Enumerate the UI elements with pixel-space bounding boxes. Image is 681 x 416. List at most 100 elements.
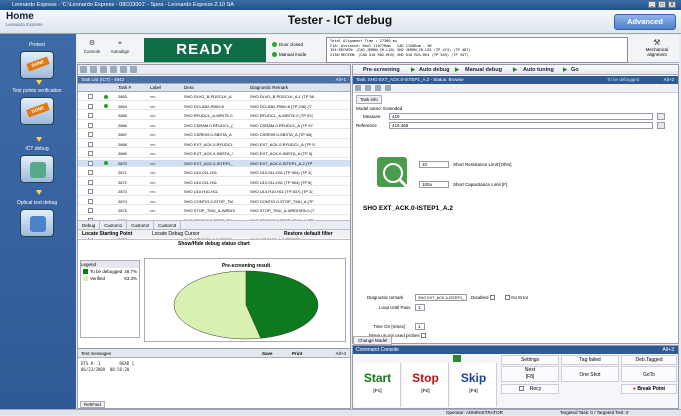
tag-failed-button[interactable]: Tag failed xyxy=(561,355,619,365)
maximize-button[interactable]: □ xyxy=(658,1,666,8)
table-row[interactable]: 2872 rec SHO U10.011-H11 SHO U10.011-H11 (T… xyxy=(78,179,350,187)
table-row[interactable]: 2871 rec SHO U10.011-H11 SHO U10.011-H11 (T… xyxy=(78,169,350,177)
minimize-button[interactable]: _ xyxy=(648,1,656,8)
reference-edit-icon[interactable] xyxy=(657,122,665,129)
command-console: Command Console Alt+3 Start [F1] Stop [F2] … xyxy=(352,345,679,409)
expand-icon[interactable] xyxy=(88,198,93,204)
copy-icon[interactable] xyxy=(120,66,127,73)
expand-icon[interactable] xyxy=(88,179,93,185)
locate-start-button[interactable]: Locate Starting Point xyxy=(82,230,132,239)
status-dot-icon xyxy=(104,142,108,146)
status-dot-icon xyxy=(104,199,108,203)
advanced-button[interactable]: Advanced xyxy=(614,14,676,30)
recy-checkbox[interactable]: Recy xyxy=(501,384,559,394)
sidebar-item-test-points[interactable]: Test points verification DONE xyxy=(8,88,66,125)
ret-fwd-tab[interactable]: Ret/Fwd xyxy=(80,401,105,408)
expand-icon[interactable] xyxy=(88,94,93,99)
next-button[interactable]: Next [F8] xyxy=(501,366,559,382)
settings-button[interactable]: Settings xyxy=(501,355,559,365)
skip-button[interactable]: Skip [F4] xyxy=(451,363,497,407)
test-messages-header: Test messages Save Print Alt+4 xyxy=(78,349,350,358)
table-row[interactable]: 2864 rec SHO DCLAB2-PB00.6 SHO DCLAB2-PB00.… xyxy=(78,103,350,111)
done-badge: DONE xyxy=(26,56,50,72)
change-model-button[interactable]: Change Model xyxy=(353,336,393,345)
tab-auto-tuning[interactable]: Auto tuning xyxy=(523,65,554,75)
mechanical-alignment-button[interactable]: ⚒ Mechanical alignment xyxy=(636,38,678,62)
edit-icon[interactable] xyxy=(90,66,97,73)
tool-icon[interactable] xyxy=(130,66,137,73)
tab-auto-debug[interactable]: Auto debug xyxy=(419,65,450,75)
save-button[interactable]: Save xyxy=(262,349,273,358)
operator-text: Operator: ADMINISTRATOR xyxy=(446,410,503,415)
table-row[interactable]: 2867 rec SHO CSRE09.0-SBSTA_A SHO CSRE09.0-… xyxy=(78,131,350,139)
prev-icon[interactable] xyxy=(375,85,381,91)
measure-edit-icon[interactable] xyxy=(657,113,665,120)
one-shot-button[interactable]: One Shot xyxy=(561,366,619,382)
run-icon[interactable] xyxy=(453,355,461,362)
diagnostic-remark-field[interactable]: SHO EXT_ACK.0-ISTEP1_ xyxy=(415,294,467,301)
expand-icon[interactable] xyxy=(88,160,93,166)
save-icon[interactable] xyxy=(355,85,361,91)
sidebar-item-ict-debug[interactable]: ICT debug xyxy=(8,146,66,183)
locate-cursor-button[interactable]: Locate Debug Cursor xyxy=(152,230,200,239)
reference-field[interactable]: 419.465 xyxy=(389,122,653,129)
chart-title: Pre-screening result xyxy=(222,263,271,269)
wrench-icon: ⚒ xyxy=(653,38,661,47)
no-error-checkbox[interactable]: No Error xyxy=(505,294,528,301)
break-point-button[interactable]: ● Break Point xyxy=(621,384,677,394)
board-icon xyxy=(30,162,46,178)
goto-button[interactable]: GoTo xyxy=(621,366,677,382)
expand-icon[interactable] xyxy=(88,132,93,137)
sidebar-item-pretest[interactable]: Pretest DONE xyxy=(8,42,66,79)
tab-manual-debug[interactable]: Manual debug xyxy=(465,65,502,75)
table-row[interactable]: 2863 rec SHO DLVG_B-PDSCLK_A. SHO DLVG_B-PD… xyxy=(78,93,350,101)
table-row[interactable]: 2875 rec SHO STOP_TMU_A-WRDIS SHO STOP_TMU_… xyxy=(78,207,350,215)
green-led-icon xyxy=(272,42,277,48)
expand-icon[interactable] xyxy=(88,189,93,194)
task-panel-toolbar xyxy=(353,84,678,93)
stop-button[interactable]: Stop [F2] xyxy=(403,363,449,407)
home-logo[interactable]: Home Leonardo Express xyxy=(6,12,44,31)
chart-toggle[interactable]: Show/Hide debug status chart xyxy=(78,239,350,248)
table-row[interactable]: 2865 rec SHO RFUDCL_A-WRITE.0 SHO RFUDCL_A-… xyxy=(78,112,350,120)
resistance-limit-field[interactable]: 10 xyxy=(419,161,449,168)
table-row[interactable]: 2868 rec SHO EXT_ACK.0-RFUDCL SHO EXT_ACK.0… xyxy=(78,141,350,149)
start-button[interactable]: Start [F1] xyxy=(355,363,401,407)
tab-go[interactable]: Go xyxy=(571,65,579,75)
deb-tagged-button[interactable]: Deb.Tagged xyxy=(621,355,677,365)
table-row[interactable]: 2866 rec SHO CSRAM.0-RFUDCL_(SHO CSRAM.0-R… xyxy=(78,122,350,130)
tab-task-info[interactable]: Task info xyxy=(356,95,382,104)
restore-filter-button[interactable]: Restore default filter xyxy=(284,230,333,239)
expand-icon[interactable] xyxy=(88,122,93,128)
expand-icon[interactable] xyxy=(88,151,93,156)
table-row[interactable]: 2869 rec SHO EXT_ACK.0-SBSTA_/SHO EXT_ACK.… xyxy=(78,150,350,158)
table-row[interactable]: 2873 rec SHO U10.H10-H11 SHO U10.H10-H11 (T… xyxy=(78,188,350,196)
expand-icon[interactable] xyxy=(88,103,93,109)
refresh-icon[interactable] xyxy=(365,85,371,91)
print-button[interactable]: Print xyxy=(292,349,302,358)
filter-icon[interactable] xyxy=(80,66,87,73)
green-led-icon xyxy=(272,52,277,58)
measure-field[interactable]: 419 xyxy=(389,113,653,120)
sidebar-item-optical-test[interactable]: Optical test debug xyxy=(8,200,66,237)
autoalign-button[interactable]: ⌖ Autoalign xyxy=(109,39,131,59)
select-icon[interactable] xyxy=(100,66,107,73)
test-messages-text: DTS #: 1 READ 1 06/23/2009 08:58:20 xyxy=(81,361,134,372)
expand-icon[interactable] xyxy=(88,113,93,118)
close-button[interactable]: X xyxy=(668,1,676,8)
disabled-checkbox[interactable]: Disabled xyxy=(471,294,495,301)
console-button[interactable]: ⚙ Console xyxy=(81,39,103,59)
table-row[interactable]: 2874 rec SHO CONTIG.0-STOP_TM SHO CONTIG.0-… xyxy=(78,198,350,206)
tab-prescreening[interactable]: Pre-screening xyxy=(363,65,400,75)
time-on-field[interactable]: 1 xyxy=(415,323,425,330)
expand-icon[interactable] xyxy=(88,141,93,147)
expand-icon[interactable] xyxy=(88,170,93,175)
status-ready-indicator: READY xyxy=(144,38,266,62)
capacitance-limit-field[interactable]: 100u xyxy=(419,181,449,188)
expand-icon[interactable] xyxy=(88,208,93,213)
grid-icon[interactable] xyxy=(110,66,117,73)
mode-status: Manual mode xyxy=(272,52,332,58)
table-row[interactable]: 2870 rec SHO EXT_ACK.0-ISTEP1_ SHO EXT_ACK.… xyxy=(78,159,350,168)
next-icon[interactable] xyxy=(385,85,391,91)
loop-until-pass-field[interactable]: 1 xyxy=(415,304,425,311)
